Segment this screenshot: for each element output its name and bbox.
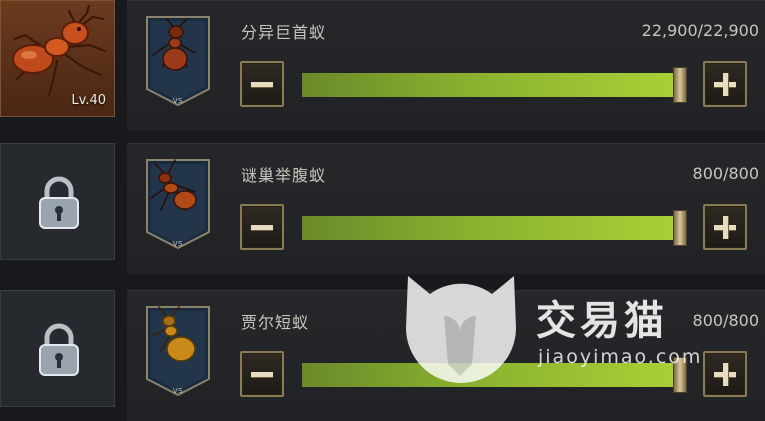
leader-level: Lv.40 — [71, 93, 106, 108]
unit-count: 800/800 — [692, 164, 759, 183]
unit-panel: VS 分异巨首蚁 22,900/22,900 — [127, 0, 765, 131]
decrease-button[interactable] — [240, 204, 284, 250]
ant-unit-icon — [150, 159, 197, 211]
leader-slot-locked[interactable] — [0, 143, 115, 260]
padlock-icon — [39, 323, 79, 376]
card-tag: VS — [172, 240, 184, 248]
increase-button[interactable] — [703, 351, 747, 397]
unit-row: VS 谜巢举腹蚁 800/800 — [0, 143, 765, 274]
card-tag: VS — [172, 97, 184, 105]
ant-unit-icon — [152, 306, 196, 362]
slider-handle[interactable] — [673, 357, 687, 393]
unit-name: 谜巢举腹蚁 — [241, 166, 327, 185]
leader-slot-locked[interactable] — [0, 290, 115, 407]
minus-icon — [251, 225, 273, 230]
increase-button[interactable] — [703, 204, 747, 250]
unit-panel: VS 贾尔短蚁 800/800 — [127, 290, 765, 421]
slider-fill — [302, 216, 673, 240]
unit-card: VS — [145, 305, 211, 397]
slider-handle[interactable] — [673, 210, 687, 246]
leader-slot[interactable]: Lv.40 — [0, 0, 115, 117]
padlock-icon — [39, 176, 79, 229]
unit-card: VS — [145, 158, 211, 250]
quantity-slider[interactable] — [302, 357, 687, 393]
decrease-button[interactable] — [240, 351, 284, 397]
slider-fill — [302, 73, 673, 97]
decrease-button[interactable] — [240, 61, 284, 107]
slider-handle[interactable] — [673, 67, 687, 103]
increase-button[interactable] — [703, 61, 747, 107]
unit-count: 22,900/22,900 — [641, 21, 759, 40]
quantity-slider[interactable] — [302, 67, 687, 103]
minus-icon — [251, 372, 273, 377]
unit-name: 分异巨首蚁 — [241, 23, 327, 42]
minus-icon — [251, 82, 273, 87]
slider-fill — [302, 363, 673, 387]
fire-ant-icon — [12, 5, 106, 96]
unit-row: VS 贾尔短蚁 800/800 — [0, 290, 765, 421]
quantity-slider[interactable] — [302, 210, 687, 246]
unit-row: Lv.40 VS 分异巨首蚁 22,900/22,900 — [0, 0, 765, 131]
unit-card: VS — [145, 15, 211, 107]
unit-name: 贾尔短蚁 — [241, 313, 310, 332]
card-tag: VS — [172, 387, 184, 395]
ant-unit-icon — [152, 18, 196, 71]
unit-panel: VS 谜巢举腹蚁 800/800 — [127, 143, 765, 274]
unit-count: 800/800 — [692, 311, 759, 330]
